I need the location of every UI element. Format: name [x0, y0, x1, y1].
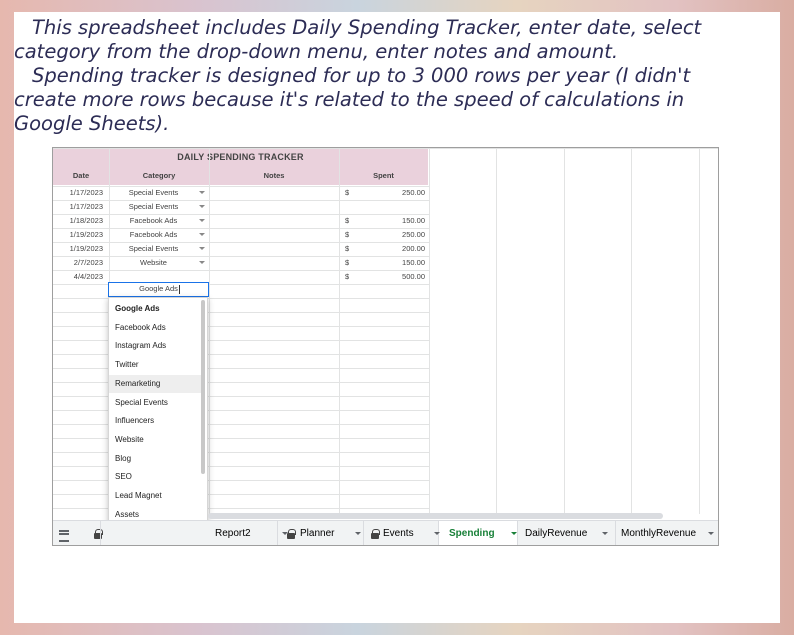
tab-separator	[615, 521, 616, 545]
grid-line-vertical	[209, 148, 210, 514]
dropdown-option[interactable]: Blog	[109, 450, 201, 468]
tab-menu-arrow-icon[interactable]	[511, 532, 517, 535]
amount-cell[interactable]: 150.00	[355, 214, 425, 227]
dropdown-arrow-icon[interactable]	[199, 186, 205, 199]
column-header-spent: Spent	[373, 171, 394, 180]
tab-menu-arrow-icon[interactable]	[708, 532, 714, 535]
currency-symbol[interactable]	[345, 200, 355, 213]
date-cell[interactable]: 1/18/2023	[55, 214, 103, 227]
grid-line-vertical	[564, 148, 565, 514]
dropdown-option[interactable]: Twitter	[109, 356, 201, 374]
category-cell[interactable]: Special Events	[109, 186, 198, 199]
tab-separator	[277, 521, 278, 545]
tab-separator	[517, 521, 518, 545]
tab-menu-arrow-icon[interactable]	[355, 532, 361, 535]
grid-line-vertical	[496, 148, 497, 514]
currency-symbol[interactable]: $	[345, 270, 355, 283]
amount-cell[interactable]: 500.00	[355, 270, 425, 283]
tab-spending[interactable]: Spending	[449, 521, 495, 545]
tab-separator	[363, 521, 364, 545]
category-cell[interactable]: Facebook Ads	[109, 228, 198, 241]
date-cell[interactable]: 4/4/2023	[55, 270, 103, 283]
dropdown-option[interactable]: Google Ads	[109, 300, 201, 318]
grid-line-vertical	[429, 148, 430, 514]
dropdown-arrow-icon[interactable]	[199, 200, 205, 213]
date-cell[interactable]: 2/7/2023	[55, 256, 103, 269]
date-cell[interactable]: 1/19/2023	[55, 228, 103, 241]
horizontal-scrollbar[interactable]	[208, 513, 663, 519]
dropdown-option[interactable]: Website	[109, 431, 201, 449]
dropdown-option[interactable]: Influencers	[109, 412, 201, 430]
tab-planner[interactable]: Planner	[300, 521, 334, 545]
currency-symbol[interactable]: $	[345, 242, 355, 255]
tab-separator	[100, 521, 101, 545]
sheet-tab-bar: Report2 Planner Events Spending DailyRevenue…	[53, 520, 718, 545]
amount-cell[interactable]: 250.00	[355, 186, 425, 199]
all-sheets-menu-icon[interactable]	[59, 521, 71, 545]
dropdown-arrow-icon[interactable]	[199, 256, 205, 269]
grid-line-vertical	[339, 148, 340, 514]
intro-line-1: This spreadsheet includes Daily Spending…	[14, 16, 702, 63]
lock-icon	[287, 529, 296, 539]
currency-symbol[interactable]: $	[345, 214, 355, 227]
currency-symbol[interactable]: $	[345, 228, 355, 241]
tab-report2[interactable]: Report2	[215, 521, 251, 545]
dropdown-option[interactable]: Instagram Ads	[109, 337, 201, 355]
dropdown-option[interactable]: SEO	[109, 468, 201, 486]
tab-dailyrevenue[interactable]: DailyRevenue	[525, 521, 587, 545]
lock-icon	[371, 529, 380, 539]
intro-text: This spreadsheet includes Daily Spending…	[14, 16, 754, 136]
category-dropdown[interactable]: Google Ads Facebook Ads Instagram Ads Twitt…	[108, 297, 208, 545]
intro-line-2: Spending tracker is designed for up to 3…	[14, 64, 691, 135]
category-cell[interactable]: Special Events	[109, 200, 198, 213]
amount-cell[interactable]: 250.00	[355, 228, 425, 241]
column-header-notes: Notes	[263, 171, 285, 180]
active-category-cell[interactable]: Google Ads	[108, 282, 209, 297]
dropdown-option[interactable]: Facebook Ads	[109, 319, 201, 337]
tab-events[interactable]: Events	[383, 521, 414, 545]
grid-line-vertical	[631, 148, 632, 514]
dropdown-option[interactable]: Remarketing	[109, 374, 201, 393]
category-cell[interactable]: Facebook Ads	[109, 214, 198, 227]
active-cell-value: Google Ads	[139, 284, 178, 293]
category-cell[interactable]: Special Events	[109, 242, 198, 255]
grid-line-vertical	[699, 148, 700, 514]
spreadsheet-window: DAILY SPENDING TRACKER Date Category Not…	[52, 147, 719, 546]
tab-menu-arrow-icon[interactable]	[602, 532, 608, 535]
currency-symbol[interactable]: $	[345, 256, 355, 269]
column-header-category: Category	[142, 171, 176, 180]
dropdown-scrollbar[interactable]	[201, 300, 205, 474]
category-cell[interactable]: Website	[109, 256, 198, 269]
amount-cell[interactable]: 200.00	[355, 242, 425, 255]
date-cell[interactable]: 1/17/2023	[55, 186, 103, 199]
dropdown-option[interactable]: Special Events	[109, 394, 201, 412]
amount-cell[interactable]: 150.00	[355, 256, 425, 269]
dropdown-option[interactable]: Lead Magnet	[109, 487, 201, 505]
dropdown-arrow-icon[interactable]	[199, 214, 205, 227]
currency-symbol[interactable]: $	[345, 186, 355, 199]
text-caret	[179, 285, 180, 294]
dropdown-arrow-icon[interactable]	[199, 242, 205, 255]
amount-cell[interactable]	[355, 200, 425, 213]
date-cell[interactable]: 1/19/2023	[55, 242, 103, 255]
column-header-date: Date	[72, 171, 90, 180]
tab-monthlyrevenue[interactable]: MonthlyRevenue	[621, 521, 696, 545]
date-cell[interactable]: 1/17/2023	[55, 200, 103, 213]
tab-menu-arrow-icon[interactable]	[434, 532, 440, 535]
dropdown-arrow-icon[interactable]	[199, 228, 205, 241]
grid-line-top	[53, 148, 718, 149]
